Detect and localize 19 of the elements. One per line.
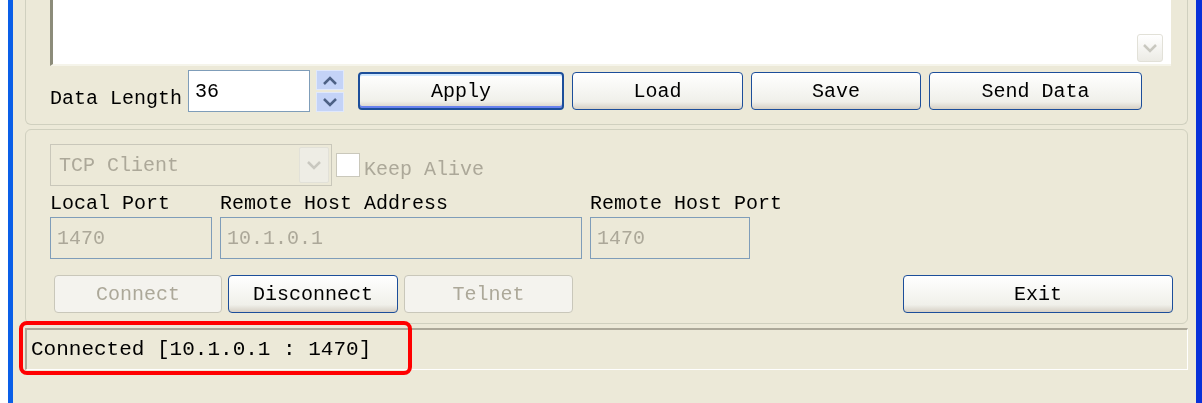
- action-button[interactable]: Apply: [358, 72, 565, 110]
- action-button[interactable]: Load: [572, 72, 744, 110]
- field-label: Remote Host Port: [590, 192, 783, 215]
- data-length-label: Data Length: [50, 86, 183, 110]
- scroll-down-button[interactable]: [1137, 34, 1163, 62]
- chevron-up-icon: [323, 75, 338, 85]
- exit-button[interactable]: Exit: [903, 275, 1173, 313]
- data-length-input[interactable]: 36: [188, 70, 311, 112]
- chevron-down-icon: [1143, 43, 1157, 53]
- spinner-control[interactable]: [316, 70, 345, 112]
- status-text: Connected [10.1.0.1 : 1470]: [31, 338, 372, 361]
- action-button[interactable]: Save: [751, 72, 922, 110]
- field-label: Remote Host Address: [220, 192, 450, 215]
- connection-button[interactable]: Disconnect: [228, 275, 398, 313]
- chevron-down-icon: [323, 97, 338, 107]
- keep-alive-label: Keep Alive: [364, 157, 485, 181]
- field-label: Local Port: [50, 192, 172, 215]
- action-button[interactable]: Send Data: [929, 72, 1143, 110]
- chevron-down-icon: [307, 160, 321, 170]
